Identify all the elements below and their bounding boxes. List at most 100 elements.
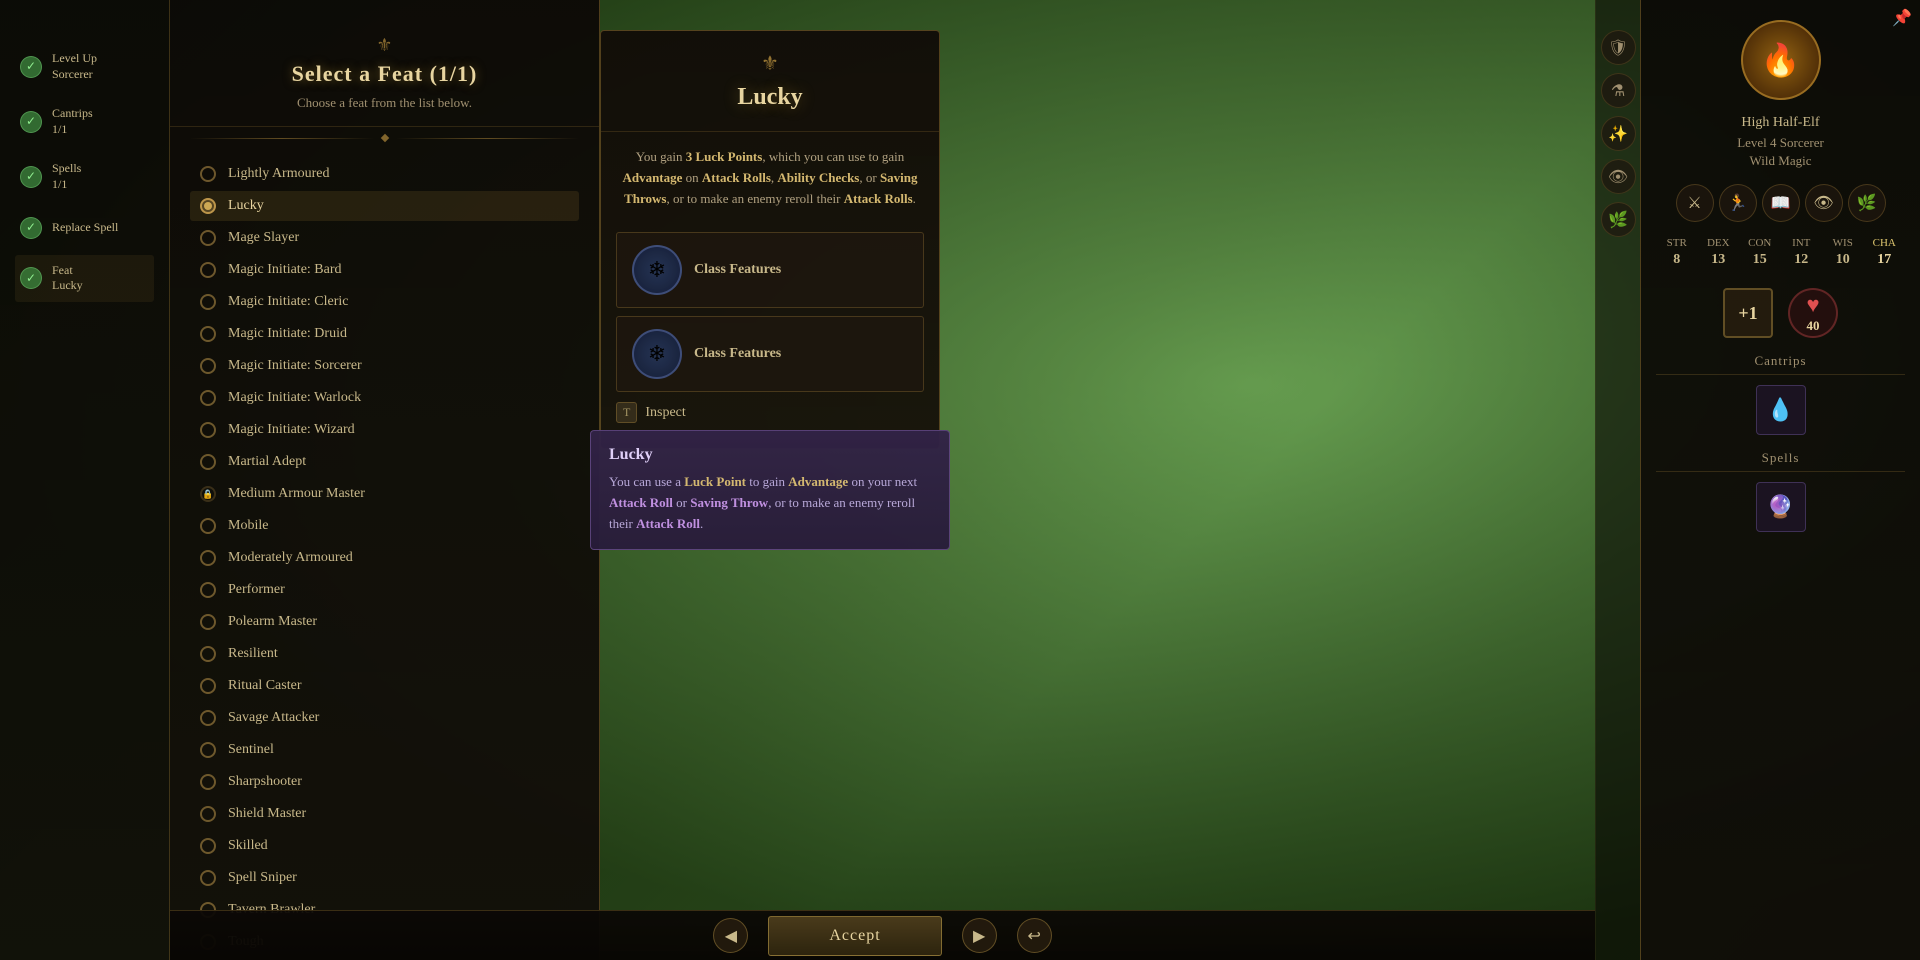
feat-radio-magic-wizard	[200, 422, 216, 438]
hp-ac-row: +1 ♥ 40	[1723, 288, 1838, 338]
step-replace-spell[interactable]: ✓ Replace Spell	[15, 209, 154, 247]
feat-item-magic-warlock[interactable]: Magic Initiate: Warlock	[190, 383, 579, 413]
feat-radio-medium-armour: 🔒	[200, 486, 216, 502]
feat-item-magic-cleric[interactable]: Magic Initiate: Cleric	[190, 287, 579, 317]
feature-label-2: Class Features	[694, 346, 781, 362]
feat-name-skilled: Skilled	[228, 838, 268, 854]
feat-item-magic-wizard[interactable]: Magic Initiate: Wizard	[190, 415, 579, 445]
feat-radio-polearm	[200, 614, 216, 630]
step-check-cantrips: ✓	[20, 111, 42, 133]
sidebar-icon-eye[interactable]: 👁	[1601, 159, 1636, 194]
tooltip-highlight-luck: Luck Point	[684, 474, 746, 489]
feat-name-lightly-armoured: Lightly Armoured	[228, 166, 330, 182]
inspect-area: T Inspect	[616, 402, 924, 423]
value-int: 12	[1786, 252, 1816, 268]
feat-name-performer: Performer	[228, 582, 285, 598]
feat-name-lucky: Lucky	[228, 198, 264, 214]
hp-value: 40	[1807, 318, 1820, 334]
character-panel: 📌 🔥 High Half-Elf Level 4 Sorcerer Wild …	[1640, 0, 1920, 960]
feature-icon-1: ❄	[632, 245, 682, 295]
feat-name-sharpshooter: Sharpshooter	[228, 774, 302, 790]
hp-icon: ♥	[1806, 292, 1819, 318]
sidebar-icon-magic[interactable]: ✨	[1601, 116, 1636, 151]
feat-item-savage-attacker[interactable]: Savage Attacker	[190, 703, 579, 733]
feat-radio-magic-warlock	[200, 390, 216, 406]
ability-labels: STR DEX CON INT WIS CHA	[1656, 237, 1905, 249]
feat-name-polearm: Polearm Master	[228, 614, 317, 630]
divider-line-right	[396, 138, 580, 139]
feat-item-resilient[interactable]: Resilient	[190, 639, 579, 669]
panel-title: Select a Feat (1/1)	[200, 61, 569, 87]
feat-name-spell-sniper: Spell Sniper	[228, 870, 297, 886]
stat-icon-book[interactable]: 📖	[1762, 184, 1800, 222]
feat-item-magic-bard[interactable]: Magic Initiate: Bard	[190, 255, 579, 285]
cantrip-icon-1[interactable]: 💧	[1756, 385, 1806, 435]
feat-radio-ritual	[200, 678, 216, 694]
feat-item-lightly-armoured[interactable]: Lightly Armoured	[190, 159, 579, 189]
feat-name-shield: Shield Master	[228, 806, 306, 822]
feat-radio-resilient	[200, 646, 216, 662]
feat-radio-mage-slayer	[200, 230, 216, 246]
feat-name-ritual: Ritual Caster	[228, 678, 302, 694]
feat-radio-lightly-armoured	[200, 166, 216, 182]
tooltip-highlight-advantage: Advantage	[788, 474, 848, 489]
feat-item-medium-armour[interactable]: 🔒 Medium Armour Master	[190, 479, 579, 509]
feat-detail-panel: ⚜ Lucky You gain 3 Luck Points, which yo…	[600, 30, 940, 449]
feat-item-sharpshooter[interactable]: Sharpshooter	[190, 767, 579, 797]
feat-name-medium-armour: Medium Armour Master	[228, 486, 365, 502]
stat-icon-eye-stat[interactable]: 👁	[1805, 184, 1843, 222]
sidebar-icon-leaf[interactable]: 🌿	[1601, 202, 1636, 237]
feat-item-ritual-caster[interactable]: Ritual Caster	[190, 671, 579, 701]
feat-item-polearm-master[interactable]: Polearm Master	[190, 607, 579, 637]
feat-item-lucky[interactable]: Lucky	[190, 191, 579, 221]
sidebar-icon-shield[interactable]: 🛡	[1601, 30, 1636, 65]
feat-item-magic-druid[interactable]: Magic Initiate: Druid	[190, 319, 579, 349]
step-cantrips[interactable]: ✓ Cantrips1/1	[15, 98, 154, 145]
back-button[interactable]: ◀	[713, 918, 748, 953]
stat-icon-flame[interactable]: 🌿	[1848, 184, 1886, 222]
panel-divider	[170, 127, 599, 149]
forward-button[interactable]: ▶	[962, 918, 997, 953]
label-dex: DEX	[1703, 237, 1733, 249]
stat-icon-run[interactable]: 🏃	[1719, 184, 1757, 222]
feat-item-performer[interactable]: Performer	[190, 575, 579, 605]
character-level-class: Level 4 Sorcerer	[1737, 135, 1824, 151]
feat-item-spell-sniper[interactable]: Spell Sniper	[190, 863, 579, 893]
undo-button[interactable]: ↩	[1017, 918, 1052, 953]
bottom-bar: ◀ Accept ▶ ↩	[170, 910, 1595, 960]
pin-icon[interactable]: 📌	[1892, 8, 1912, 28]
step-spells[interactable]: ✓ Spells1/1	[15, 153, 154, 200]
step-label-replace: Replace Spell	[52, 220, 118, 236]
feat-radio-shield	[200, 806, 216, 822]
feat-radio-spell-sniper	[200, 870, 216, 886]
feat-item-martial-adept[interactable]: Martial Adept	[190, 447, 579, 477]
detail-header: ⚜ Lucky	[601, 31, 939, 132]
feature-icon-2: ❄	[632, 329, 682, 379]
step-level-up[interactable]: ✓ Level UpSorcerer	[15, 43, 154, 90]
character-subclass: Wild Magic	[1750, 153, 1812, 169]
value-str: 8	[1662, 252, 1692, 268]
character-race: High Half-Elf	[1741, 115, 1819, 131]
feat-item-magic-sorcerer[interactable]: Magic Initiate: Sorcerer	[190, 351, 579, 381]
class-feature-card-2[interactable]: ❄ Class Features	[616, 316, 924, 392]
accept-button[interactable]: Accept	[768, 916, 941, 956]
spell-icon-1[interactable]: 🔮	[1756, 482, 1806, 532]
feat-item-mobile[interactable]: Mobile	[190, 511, 579, 541]
feat-item-skilled[interactable]: Skilled	[190, 831, 579, 861]
feat-item-moderately-armoured[interactable]: Moderately Armoured	[190, 543, 579, 573]
class-feature-card-1[interactable]: ❄ Class Features	[616, 232, 924, 308]
tooltip-highlight-reroll: Attack Roll	[636, 516, 700, 531]
feat-name-resilient: Resilient	[228, 646, 278, 662]
stat-icon-sword[interactable]: ⚔	[1676, 184, 1714, 222]
feat-radio-mobile	[200, 518, 216, 534]
inspect-button[interactable]: Inspect	[645, 405, 685, 421]
sidebar-icon-potion[interactable]: ⚗	[1601, 73, 1636, 108]
step-label-feat: FeatLucky	[52, 263, 83, 294]
feat-item-mage-slayer[interactable]: Mage Slayer	[190, 223, 579, 253]
highlight-attack: Attack Rolls	[702, 170, 771, 185]
feat-name-magic-bard: Magic Initiate: Bard	[228, 262, 342, 278]
feat-name-mage-slayer: Mage Slayer	[228, 230, 299, 246]
feat-item-shield-master[interactable]: Shield Master	[190, 799, 579, 829]
feat-item-sentinel[interactable]: Sentinel	[190, 735, 579, 765]
step-feat[interactable]: ✓ FeatLucky	[15, 255, 154, 302]
